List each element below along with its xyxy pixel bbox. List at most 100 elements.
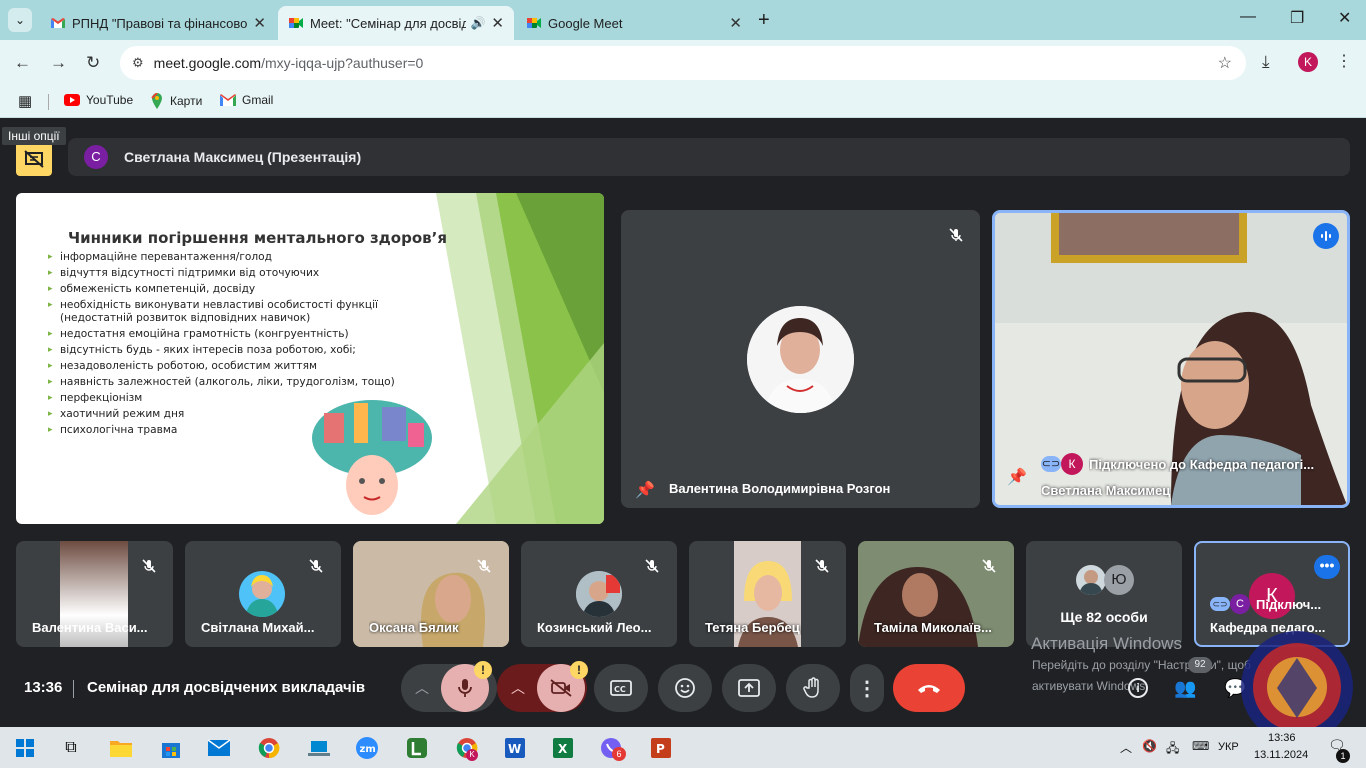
pin-icon[interactable]: 📌 (635, 480, 655, 500)
strip-tile[interactable]: Оксана Бялик (353, 541, 509, 647)
chevron-up-icon[interactable]: ︿ (511, 678, 525, 698)
youtube-icon (64, 94, 80, 106)
tab-google-meet[interactable]: Google Meet ✕ (516, 6, 752, 40)
participant-tile-main[interactable]: 📌 Валентина Володимирівна Розгон (621, 210, 980, 508)
participant-avatar (576, 571, 622, 617)
chevron-up-icon[interactable]: ︿ (415, 678, 429, 698)
more-options-button[interactable]: ⋮ (850, 664, 884, 712)
close-tab-icon[interactable]: ✕ (491, 14, 504, 32)
present-button[interactable] (722, 664, 776, 712)
svg-text:zm: zm (360, 744, 376, 755)
more-participants-label: Ще 82 особи (1060, 609, 1148, 625)
slide-bullet: незадоволеність роботою, особистим життя… (48, 360, 408, 373)
slide-bullet: відсутність будь - яких інтересів поза р… (48, 344, 408, 357)
link-icon: ⊂⊃ (1041, 456, 1061, 472)
restore-button[interactable]: ❐ (1290, 8, 1304, 28)
bookmark-gmail[interactable]: Gmail (220, 93, 273, 107)
windows-taskbar: ⧉ zm K W X 6 P ︿ 🔇 🖧 ⌨ УКР 13:36 13.11.2… (0, 727, 1366, 768)
speaker-icon[interactable]: 🔊 (470, 16, 485, 30)
activation-watermark-line: Перейдіть до розділу "Настройки", щоб (1032, 658, 1251, 672)
reload-button[interactable]: ↻ (86, 53, 100, 73)
status-avatar: С (1230, 594, 1250, 614)
mail-icon[interactable] (206, 735, 232, 761)
profile-avatar[interactable]: K (1298, 52, 1318, 72)
strip-tile[interactable]: Козинський Лео... (521, 541, 677, 647)
raise-hand-button[interactable] (786, 664, 840, 712)
bookmarks-bar: ▦ YouTube Карти Gmail (0, 86, 1366, 118)
site-info-icon[interactable]: ⚙ (132, 55, 144, 71)
viber-badge: 6 (612, 747, 626, 761)
line-app-icon[interactable] (404, 735, 430, 761)
close-tab-icon[interactable]: ✕ (253, 14, 266, 32)
minimize-button[interactable]: — (1240, 8, 1256, 26)
close-tab-icon[interactable]: ✕ (729, 14, 742, 32)
gmail-icon (51, 18, 65, 28)
strip-tile[interactable]: Тетяна Бербец (689, 541, 846, 647)
divider (48, 94, 49, 110)
info-icon[interactable]: i (1128, 678, 1148, 698)
laptop-app-icon[interactable] (306, 735, 332, 761)
svg-text:CC: CC (614, 685, 626, 694)
task-view-icon[interactable]: ⧉ (58, 735, 84, 761)
strip-tile[interactable]: Валентина Васи... (16, 541, 173, 647)
svg-text:W: W (508, 742, 521, 756)
tab-gmail[interactable]: РПНД "Правові та фінансово-... ✕ (40, 6, 276, 40)
network-icon[interactable]: 🖧 (1166, 739, 1179, 760)
slide-bullet: відчуття відсутності підтримки від оточу… (48, 267, 408, 280)
chrome-icon[interactable] (256, 735, 282, 761)
bookmark-youtube[interactable]: YouTube (64, 93, 133, 107)
file-explorer-icon[interactable] (108, 735, 134, 761)
slide-bullet: необхідність виконувати невластиві особи… (48, 299, 408, 325)
windows-logo-icon (16, 739, 34, 757)
participant-name: Светлана Максимец (1041, 483, 1171, 498)
participant-name: Козинський Лео... (537, 620, 652, 635)
strip-tile[interactable]: Таміла Миколаїв... (858, 541, 1014, 647)
bookmark-label: Карти (170, 94, 203, 108)
browser-toolbar: ← → ↻ ⚙ meet.google.com/mxy-iqqa-ujp?aut… (0, 40, 1366, 86)
meeting-title: Семінар для досвідчених викладачів (87, 679, 366, 696)
store-icon[interactable] (158, 735, 184, 761)
more-options-icon[interactable]: ••• (1314, 555, 1340, 579)
back-button[interactable]: ← (14, 53, 31, 73)
zoom-icon[interactable]: zm (354, 735, 380, 761)
windows-start-button[interactable] (12, 735, 38, 761)
leave-call-button[interactable] (893, 664, 965, 712)
new-tab-button[interactable]: + (758, 9, 770, 32)
people-icon[interactable]: 👥 (1174, 678, 1196, 699)
apps-grid-icon[interactable]: ▦ (18, 92, 32, 110)
more-participants-tile[interactable]: Ю Ще 82 особи (1026, 541, 1182, 647)
speaker-muted-icon[interactable]: 🔇 (1142, 739, 1157, 753)
address-bar[interactable]: ⚙ meet.google.com/mxy-iqqa-ujp?authuser=… (120, 46, 1246, 80)
reactions-button[interactable] (658, 664, 712, 712)
shared-slide: Чинники погіршення ментального здоров’я … (16, 193, 604, 524)
word-icon[interactable]: W (502, 735, 528, 761)
hand-icon (803, 677, 819, 698)
close-window-button[interactable]: ✕ (1338, 8, 1351, 28)
star-icon[interactable]: ☆ (1218, 53, 1232, 73)
mic-off-icon (458, 679, 472, 697)
bookmark-maps[interactable]: Карти (150, 93, 202, 109)
maps-icon (151, 93, 162, 109)
participant-tile-speaker[interactable]: ⊂⊃ К Підключено до Кафедра педагогі... 📌… (992, 210, 1350, 508)
presentation-toggle-button[interactable] (16, 142, 52, 176)
download-icon[interactable]: ⤓ (1262, 52, 1270, 72)
tab-meet-active[interactable]: Meet: "Семінар для досвід 🔊 ✕ (278, 6, 514, 40)
forward-button[interactable]: → (50, 53, 67, 73)
tab-title: РПНД "Правові та фінансово-... (72, 15, 248, 31)
chevron-up-icon[interactable]: ︿ (1120, 739, 1132, 756)
participant-name: Тетяна Бербец (705, 620, 800, 635)
browser-tab-strip: ⌄ РПНД "Правові та фінансово-... ✕ Meet:… (0, 0, 1366, 40)
tab-search-button[interactable]: ⌄ (8, 8, 32, 32)
strip-tile[interactable]: Світлана Михай... (185, 541, 341, 647)
taskbar-date[interactable]: 13.11.2024 (1254, 749, 1308, 761)
excel-icon[interactable]: X (550, 735, 576, 761)
language-indicator[interactable]: УКР (1218, 741, 1239, 753)
powerpoint-icon[interactable]: P (648, 735, 674, 761)
pin-icon[interactable]: 📌 (1007, 467, 1027, 487)
divider (73, 680, 74, 698)
participant-name: Світлана Михай... (201, 620, 315, 635)
captions-button[interactable]: CC (594, 664, 648, 712)
taskbar-time[interactable]: 13:36 (1268, 732, 1296, 744)
kebab-menu-icon[interactable]: ⋮ (1336, 51, 1352, 71)
keyboard-icon[interactable]: ⌨ (1192, 739, 1209, 753)
